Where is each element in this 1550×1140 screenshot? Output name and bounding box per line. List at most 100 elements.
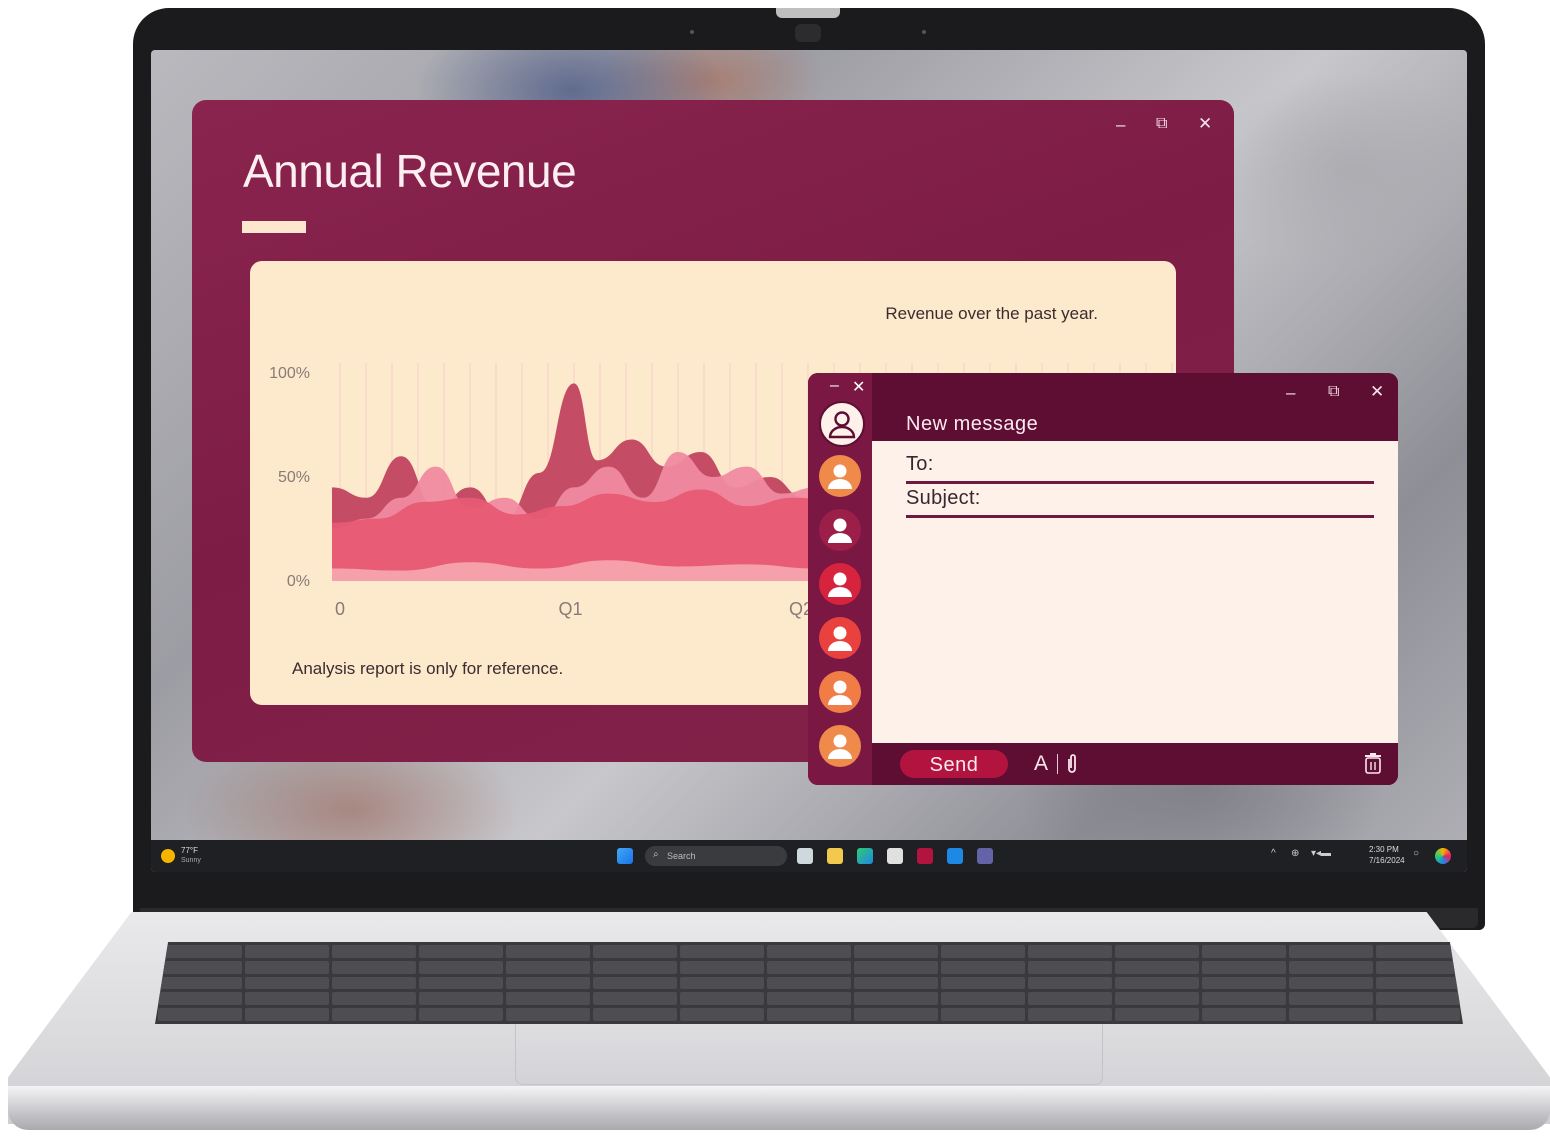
keyboard-key (680, 945, 764, 958)
chevron-up-icon[interactable]: ^ (1271, 848, 1276, 859)
keyboard-key (158, 992, 242, 1006)
camera-bump (776, 8, 840, 18)
keyboard-key (854, 976, 938, 990)
weather-desc: Sunny (181, 857, 201, 864)
y-tick-label: 0% (287, 573, 310, 590)
mail-compose-body[interactable]: To: Subject: (872, 441, 1398, 743)
file-explorer-icon[interactable] (827, 848, 843, 864)
copilot-icon[interactable] (1435, 848, 1451, 864)
to-field[interactable] (944, 451, 1368, 479)
format-text-button[interactable]: A (1034, 752, 1048, 776)
search-icon: ⌕ (653, 849, 659, 860)
contact-avatar[interactable] (819, 617, 861, 659)
outlook-icon[interactable] (947, 848, 963, 864)
attach-icon[interactable] (1066, 753, 1078, 775)
keyboard-key (767, 1008, 851, 1021)
sensor-dot (690, 30, 694, 34)
keyboard-key (1115, 992, 1199, 1006)
network-icon[interactable]: ⊕ (1291, 848, 1299, 859)
mail-header: – ⧉ ✕ New message (872, 373, 1398, 441)
windows-start-icon[interactable] (617, 848, 633, 864)
teams-icon[interactable] (977, 848, 993, 864)
keyboard-key (506, 1008, 590, 1021)
sidebar-close-button[interactable]: ✕ (852, 377, 865, 397)
laptop-front-edge (8, 1086, 1550, 1130)
weather-temp: 77°F (181, 846, 198, 855)
notification-icon[interactable]: ○ (1413, 848, 1419, 859)
wifi-volume-battery-icons[interactable]: ▾◂▬ (1311, 848, 1331, 859)
subject-field[interactable] (992, 485, 1376, 513)
trash-icon[interactable] (1364, 753, 1382, 775)
keyboard-key (767, 992, 851, 1006)
maximize-button[interactable]: ⧉ (1328, 383, 1339, 401)
keyboard-key (1202, 992, 1286, 1006)
contacts-sidebar: – ✕ (808, 373, 872, 785)
close-button[interactable]: ✕ (1370, 383, 1384, 401)
keyboard-key (158, 945, 242, 958)
keyboard-key (1028, 960, 1112, 974)
keyboard-key (1115, 945, 1199, 958)
keyboard-key (854, 960, 938, 974)
keyboard-key (332, 945, 416, 958)
toolbar-divider (1057, 754, 1058, 774)
keyboard-key (1289, 960, 1373, 974)
keyboard-key (158, 1008, 242, 1021)
keyboard-key (506, 976, 590, 990)
to-underline (906, 481, 1374, 484)
app-active-icon[interactable] (917, 848, 933, 864)
touchpad[interactable] (515, 1024, 1103, 1085)
keyboard-key (506, 945, 590, 958)
desktop-screen: – ⧉ ✕ Annual Revenue Revenue over the pa… (151, 50, 1467, 872)
keyboard-key (1115, 1008, 1199, 1021)
keyboard-key (854, 992, 938, 1006)
sidebar-minimize-button[interactable]: – (830, 377, 839, 395)
clock-date: 7/16/2024 (1369, 856, 1405, 865)
person-icon (828, 464, 852, 489)
clock-time: 2:30 PM (1369, 845, 1399, 854)
contact-avatar[interactable] (819, 509, 861, 551)
task-view-icon[interactable] (797, 848, 813, 864)
keyboard (155, 942, 1463, 1024)
contact-avatar[interactable] (819, 671, 861, 713)
close-button[interactable]: ✕ (1198, 115, 1212, 133)
x-tick-label: 0 (335, 599, 345, 619)
keyboard-key (1289, 945, 1373, 958)
weather-sun-icon[interactable] (161, 849, 175, 863)
keyboard-key (1376, 976, 1460, 990)
minimize-button[interactable]: – (1116, 116, 1125, 134)
keyboard-key (767, 976, 851, 990)
person-icon (828, 411, 856, 439)
maximize-button[interactable]: ⧉ (1156, 115, 1167, 133)
chart-footnote: Analysis report is only for reference. (292, 659, 564, 678)
contact-avatar[interactable] (819, 725, 861, 767)
contact-avatar[interactable] (819, 455, 861, 497)
search-box[interactable]: ⌕ Search (645, 846, 787, 866)
minimize-button[interactable]: – (1286, 384, 1295, 402)
keyboard-key (1376, 960, 1460, 974)
person-icon (828, 626, 852, 651)
keyboard-key (158, 960, 242, 974)
keyboard-key (332, 960, 416, 974)
y-tick-label: 50% (278, 469, 310, 486)
contact-avatar[interactable] (819, 563, 861, 605)
store-icon[interactable] (887, 848, 903, 864)
page-title: Annual Revenue (243, 145, 577, 197)
keyboard-key (680, 976, 764, 990)
contact-avatar[interactable] (819, 401, 865, 447)
keyboard-key (1376, 945, 1460, 958)
keyboard-key (506, 960, 590, 974)
keyboard-key (1376, 992, 1460, 1006)
edge-browser-icon[interactable] (857, 848, 873, 864)
keyboard-key (1289, 1008, 1373, 1021)
keyboard-key (419, 1008, 503, 1021)
send-button[interactable]: Send (900, 750, 1008, 778)
keyboard-key (1289, 976, 1373, 990)
keyboard-key (767, 945, 851, 958)
keyboard-key (245, 960, 329, 974)
sensor-dot (922, 30, 926, 34)
keyboard-key (245, 992, 329, 1006)
keyboard-key (593, 960, 677, 974)
title-underline (242, 221, 306, 233)
keyboard-key (245, 976, 329, 990)
subject-underline (906, 515, 1374, 518)
